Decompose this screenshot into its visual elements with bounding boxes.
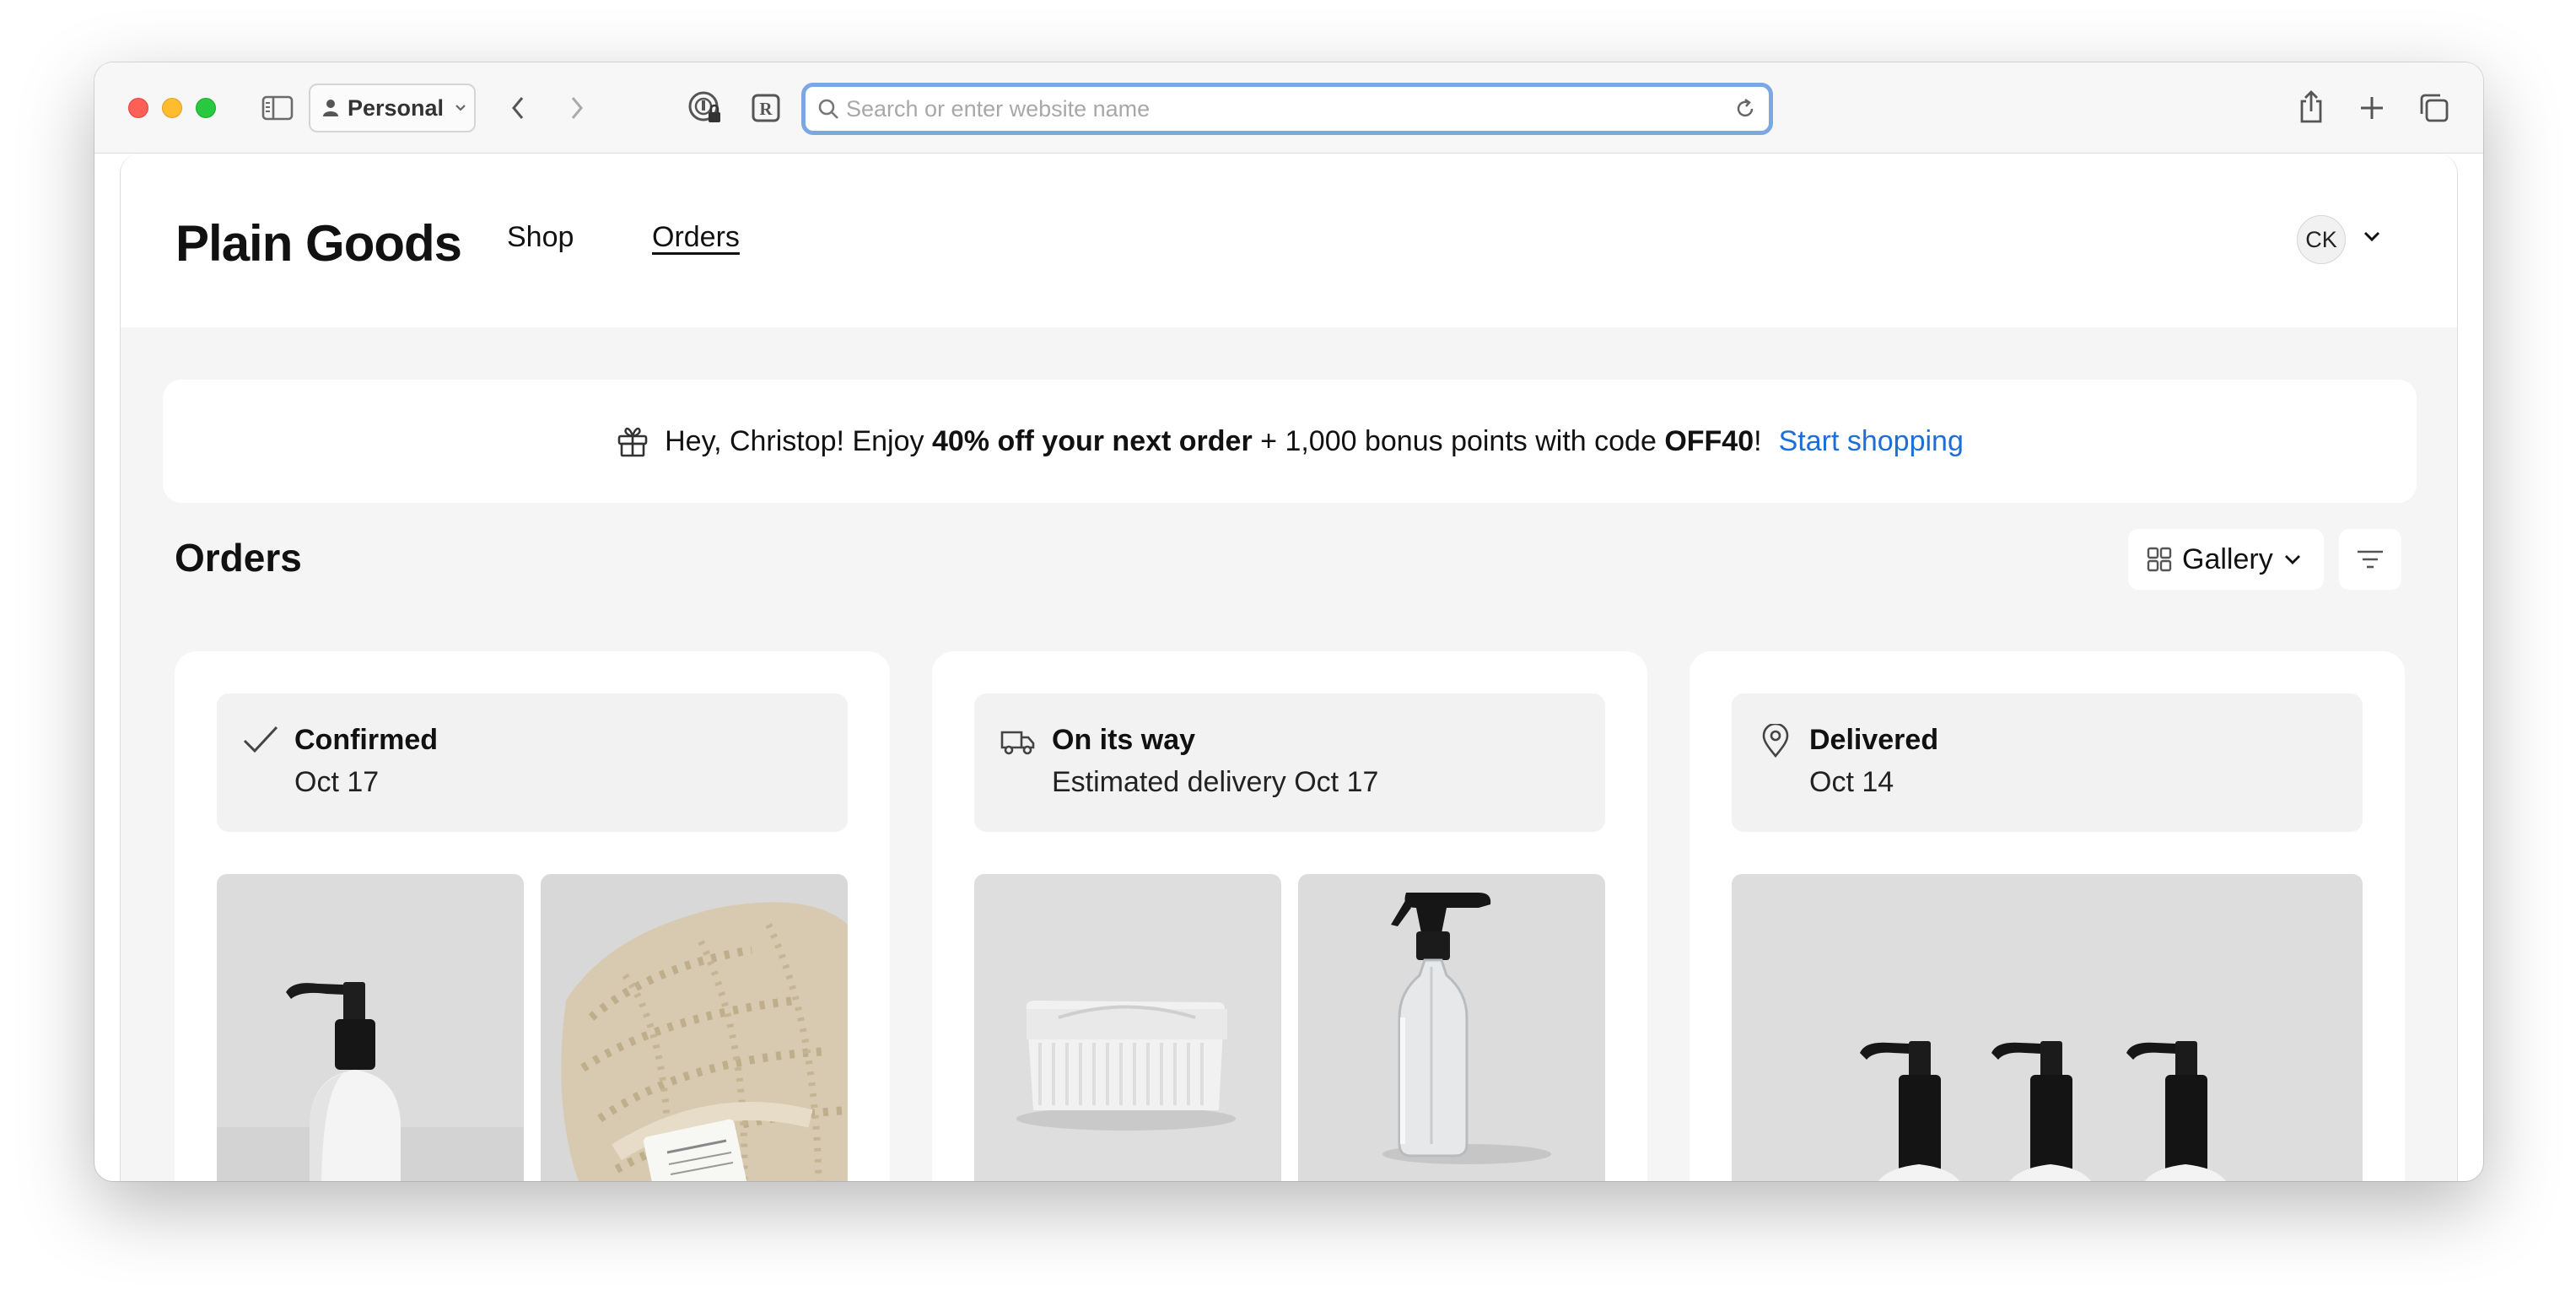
promo-discount: 40% off your next order	[931, 424, 1253, 457]
chevron-down-icon	[454, 103, 467, 113]
browser-toolbar: Personal R	[94, 62, 2483, 154]
sidebar-toggle-icon[interactable]	[258, 89, 297, 127]
svg-text:R: R	[759, 99, 773, 119]
site-header: Plain Goods Shop Orders CK	[121, 154, 2457, 327]
order-card[interactable]: Confirmed Oct 17	[175, 651, 890, 1181]
product-image-tissue-pack[interactable]	[974, 874, 1281, 1181]
brand-logo[interactable]: Plain Goods	[175, 214, 462, 273]
password-manager-icon[interactable]	[685, 88, 725, 128]
location-pin-icon	[1757, 722, 1794, 762]
order-status-box: On its way Estimated delivery Oct 17	[974, 693, 1605, 832]
filter-icon	[2356, 548, 2385, 571]
minimize-window-button[interactable]	[162, 98, 182, 118]
nav-orders-link[interactable]: Orders	[652, 221, 740, 254]
order-status: On its way	[1052, 724, 1196, 756]
profile-switcher[interactable]: Personal	[309, 84, 476, 132]
browser-window: Personal R Search or enter website name …	[94, 62, 2483, 1181]
gift-icon	[616, 424, 649, 458]
order-card[interactable]: Delivered Oct 14	[1689, 651, 2405, 1181]
close-window-button[interactable]	[128, 98, 148, 118]
new-tab-icon[interactable]	[2352, 88, 2392, 128]
promo-code: OFF40	[1664, 424, 1754, 457]
order-status-box: Delivered Oct 14	[1732, 693, 2363, 832]
orders-heading: Orders	[175, 536, 302, 580]
account-menu-chevron-icon[interactable]	[2362, 229, 2382, 247]
order-status: Confirmed	[294, 724, 438, 756]
view-mode-label: Gallery	[2182, 542, 2273, 575]
product-image-soap-trio[interactable]	[1732, 874, 2363, 1181]
promo-text-end: !	[1754, 424, 1762, 457]
product-image-soap-dispenser[interactable]	[217, 874, 524, 1181]
promo-banner: Hey, Christop! Enjoy 40% off your next o…	[163, 380, 2417, 503]
order-status-detail: Estimated delivery Oct 17	[1052, 766, 1379, 798]
zoom-window-button[interactable]	[196, 98, 216, 118]
promo-text-bonus: + 1,000 bonus points with code	[1252, 424, 1665, 457]
person-icon	[322, 99, 339, 117]
delivery-truck-icon	[1000, 724, 1037, 762]
profile-label: Personal	[348, 94, 445, 121]
reader-extension-icon[interactable]: R	[747, 89, 784, 127]
chevron-down-icon	[2283, 553, 2302, 565]
start-shopping-link[interactable]: Start shopping	[1779, 425, 1964, 458]
web-page: Plain Goods Shop Orders CK Hey, Christop…	[120, 154, 2458, 1181]
forward-icon[interactable]	[558, 89, 595, 127]
product-image-spray-bottle[interactable]	[1298, 874, 1605, 1181]
view-mode-dropdown[interactable]: Gallery	[2128, 529, 2324, 590]
order-status-detail: Oct 14	[1809, 766, 1894, 798]
order-status-detail: Oct 17	[294, 766, 380, 798]
address-input[interactable]	[846, 95, 1689, 122]
back-icon[interactable]	[499, 89, 536, 127]
checkmark-icon	[242, 724, 279, 762]
reload-icon[interactable]	[1733, 97, 1757, 121]
product-image-scrub-sponge[interactable]	[541, 874, 848, 1181]
address-bar[interactable]	[801, 83, 1773, 135]
order-status-box: Confirmed Oct 17	[217, 693, 848, 832]
promo-text-greeting: Hey, Christop! Enjoy	[665, 424, 932, 457]
tab-overview-icon[interactable]	[2414, 88, 2455, 128]
order-card[interactable]: On its way Estimated delivery Oct 17	[932, 651, 1647, 1181]
user-avatar[interactable]: CK	[2297, 215, 2346, 264]
nav-shop-link[interactable]: Shop	[507, 221, 574, 254]
order-status: Delivered	[1809, 724, 1939, 756]
search-icon	[817, 98, 839, 120]
grid-icon	[2147, 547, 2172, 572]
share-icon[interactable]	[2291, 86, 2331, 128]
filter-button[interactable]	[2339, 529, 2401, 590]
